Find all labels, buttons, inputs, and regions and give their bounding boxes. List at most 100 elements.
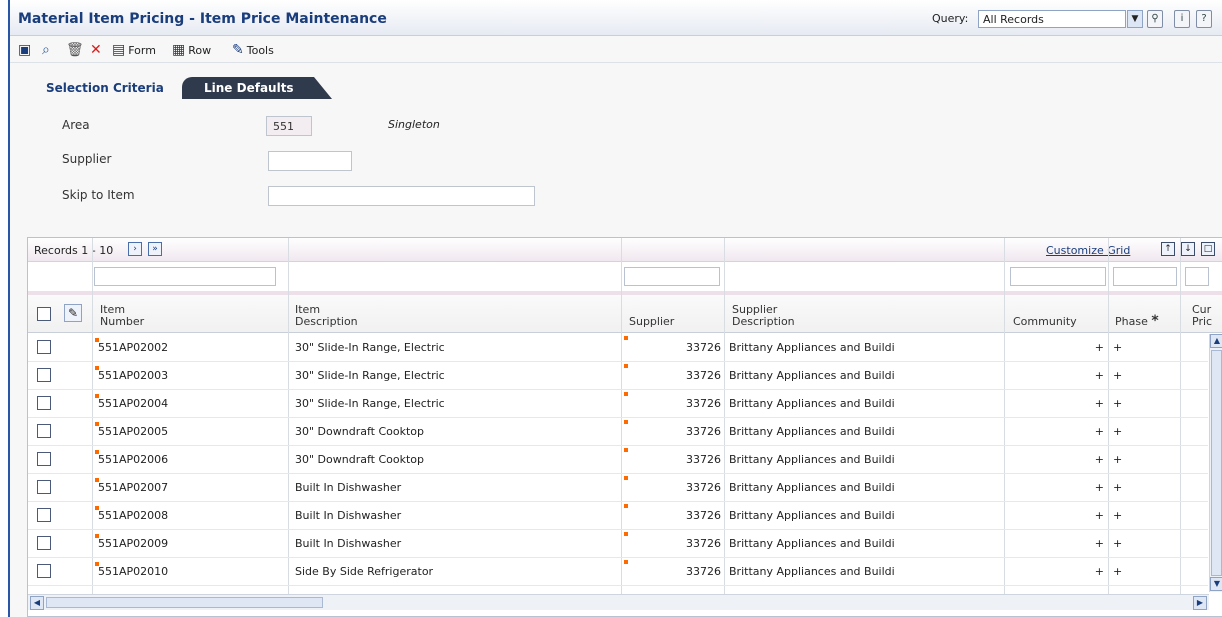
query-select[interactable]: All Records [978, 10, 1126, 28]
filter-phase[interactable] [1113, 267, 1177, 286]
cell-supplier-description[interactable]: Brittany Appliances and Buildi [729, 341, 895, 354]
row-checkbox[interactable] [37, 536, 51, 550]
column-supplier[interactable]: Supplier [629, 316, 674, 328]
filter-community[interactable] [1010, 267, 1106, 286]
table-row[interactable]: 551AP02010 Side By Side Refrigerator 33726… [28, 558, 1208, 586]
cell-supplier[interactable]: 33726 [624, 453, 721, 466]
table-row[interactable]: 551AP02002 30" Slide-In Range, Electric 33… [28, 334, 1208, 362]
cell-item-description[interactable]: 30" Slide-In Range, Electric [295, 369, 445, 382]
column-item-number[interactable]: Item Number [100, 304, 144, 328]
cell-supplier[interactable]: 33726 [624, 397, 721, 410]
column-item-description[interactable]: Item Description [295, 304, 358, 328]
edit-row-icon[interactable]: ✎ [64, 304, 82, 322]
delete-icon[interactable]: 🗑 [66, 41, 87, 59]
row-menu-button[interactable]: ▦ Row [172, 41, 211, 59]
cell-supplier-description[interactable]: Brittany Appliances and Buildi [729, 425, 895, 438]
last-page-icon[interactable]: » [148, 242, 162, 256]
cell-supplier-description[interactable]: Brittany Appliances and Buildi [729, 509, 895, 522]
cell-community[interactable]: + [1004, 369, 1104, 382]
cell-item-number[interactable]: 551AP02005 [98, 425, 168, 438]
scroll-right-icon[interactable]: ▶ [1193, 596, 1207, 610]
tools-menu-button[interactable]: ✎ Tools [232, 41, 274, 59]
column-phase[interactable]: Phase * [1115, 314, 1159, 328]
cell-phase[interactable]: + [1113, 397, 1122, 410]
cell-item-number[interactable]: 551AP02009 [98, 537, 168, 550]
cell-item-description[interactable]: 30" Slide-In Range, Electric [295, 397, 445, 410]
cell-supplier[interactable]: 33726 [624, 425, 721, 438]
close-icon[interactable]: ✕ [90, 41, 105, 59]
cell-phase[interactable]: + [1113, 537, 1122, 550]
cell-phase[interactable]: + [1113, 565, 1122, 578]
cell-phase[interactable]: + [1113, 425, 1122, 438]
cell-item-number[interactable]: 551AP02003 [98, 369, 168, 382]
horizontal-scrollbar[interactable]: ◀ ▶ [28, 594, 1209, 610]
form-menu-button[interactable]: ▤ Form [112, 41, 156, 59]
cell-community[interactable]: + [1004, 453, 1104, 466]
cell-supplier[interactable]: 33726 [624, 341, 721, 354]
table-row[interactable]: 551AP02005 30" Downdraft Cooktop 33726 Brit… [28, 418, 1208, 446]
filter-icon[interactable]: ⚲ [1147, 10, 1163, 28]
cell-supplier[interactable]: 33726 [624, 565, 721, 578]
cell-community[interactable]: + [1004, 341, 1104, 354]
cell-supplier-description[interactable]: Brittany Appliances and Buildi [729, 565, 895, 578]
cell-supplier-description[interactable]: Brittany Appliances and Buildi [729, 369, 895, 382]
cell-community[interactable]: + [1004, 397, 1104, 410]
import-icon[interactable]: ↓ [1181, 242, 1195, 256]
row-checkbox[interactable] [37, 424, 51, 438]
cell-supplier-description[interactable]: Brittany Appliances and Buildi [729, 481, 895, 494]
customize-grid-link[interactable]: Customize Grid [1046, 244, 1130, 257]
cell-item-description[interactable]: 30" Downdraft Cooktop [295, 425, 424, 438]
cell-phase[interactable]: + [1113, 509, 1122, 522]
cell-item-description[interactable]: Built In Dishwasher [295, 509, 401, 522]
select-all-checkbox[interactable] [37, 307, 51, 321]
scroll-up-icon[interactable]: ▲ [1210, 334, 1222, 348]
cell-item-number[interactable]: 551AP02004 [98, 397, 168, 410]
scroll-left-icon[interactable]: ◀ [30, 596, 44, 610]
vertical-scrollbar[interactable]: ▲ ▼ [1209, 334, 1222, 592]
cell-phase[interactable]: + [1113, 453, 1122, 466]
cell-item-number[interactable]: 551AP02007 [98, 481, 168, 494]
filter-item-number[interactable] [94, 267, 276, 286]
row-checkbox[interactable] [37, 340, 51, 354]
column-current-price[interactable]: Cur Pric [1192, 304, 1212, 328]
table-row[interactable]: 551AP02004 30" Slide-In Range, Electric 33… [28, 390, 1208, 418]
column-community[interactable]: Community [1013, 316, 1077, 328]
row-checkbox[interactable] [37, 396, 51, 410]
maximize-icon[interactable]: □ [1201, 242, 1215, 256]
vertical-scroll-thumb[interactable] [1211, 350, 1222, 576]
skip-to-item-field[interactable] [268, 186, 535, 206]
cell-community[interactable]: + [1004, 537, 1104, 550]
cell-item-description[interactable]: Built In Dishwasher [295, 481, 401, 494]
table-row[interactable]: 551AP02009 Built In Dishwasher 33726 Britta… [28, 530, 1208, 558]
scroll-down-icon[interactable]: ▼ [1210, 577, 1222, 591]
save-icon[interactable]: ▣ [18, 41, 34, 59]
cell-community[interactable]: + [1004, 565, 1104, 578]
area-field[interactable]: 551 [266, 116, 312, 136]
cell-item-description[interactable]: Built In Dishwasher [295, 537, 401, 550]
cell-supplier-description[interactable]: Brittany Appliances and Buildi [729, 397, 895, 410]
cell-supplier-description[interactable]: Brittany Appliances and Buildi [729, 453, 895, 466]
row-checkbox[interactable] [37, 452, 51, 466]
cell-item-description[interactable]: 30" Downdraft Cooktop [295, 453, 424, 466]
column-supplier-description[interactable]: Supplier Description [732, 304, 795, 328]
cell-item-number[interactable]: 551AP02008 [98, 509, 168, 522]
cell-supplier-description[interactable]: Brittany Appliances and Buildi [729, 537, 895, 550]
cell-item-number[interactable]: 551AP02010 [98, 565, 168, 578]
next-page-icon[interactable]: › [128, 242, 142, 256]
horizontal-scroll-thumb[interactable] [46, 597, 323, 608]
cell-item-description[interactable]: 30" Slide-In Range, Electric [295, 341, 445, 354]
cell-supplier[interactable]: 33726 [624, 481, 721, 494]
cell-community[interactable]: + [1004, 509, 1104, 522]
row-checkbox[interactable] [37, 480, 51, 494]
row-checkbox[interactable] [37, 508, 51, 522]
cell-supplier[interactable]: 33726 [624, 537, 721, 550]
cell-supplier[interactable]: 33726 [624, 509, 721, 522]
cell-community[interactable]: + [1004, 481, 1104, 494]
tab-selection-criteria[interactable]: Selection Criteria [46, 81, 164, 95]
supplier-field[interactable] [268, 151, 352, 171]
cell-item-number[interactable]: 551AP02006 [98, 453, 168, 466]
row-checkbox[interactable] [37, 564, 51, 578]
help-icon[interactable]: ? [1196, 10, 1212, 28]
cell-phase[interactable]: + [1113, 369, 1122, 382]
cell-supplier[interactable]: 33726 [624, 369, 721, 382]
